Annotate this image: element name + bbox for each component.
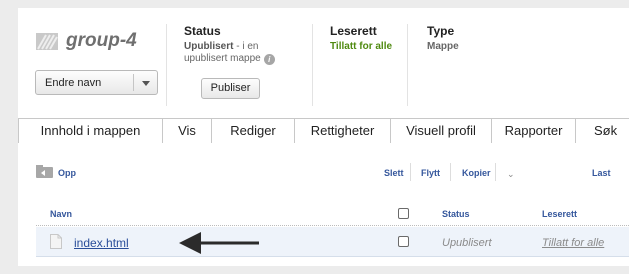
upload-button[interactable]: Last [592,168,611,178]
read-access-value: Tillatt for alle [330,41,393,52]
tab-reports[interactable]: Rapporter [492,118,576,143]
arrow-left-icon [179,232,259,254]
delete-button[interactable]: Slett [384,168,404,178]
rename-label: Endre navn [45,77,102,89]
folder-up-icon[interactable] [36,165,53,178]
header-divider [312,24,313,106]
row-checkbox[interactable] [398,236,409,247]
chevron-down-icon[interactable] [142,81,150,86]
row-read-access[interactable]: Tillatt for alle [542,237,604,249]
tab-visual-profile[interactable]: Visuell profil [391,118,492,143]
column-name[interactable]: Navn [50,209,72,219]
table-row[interactable]: index.html Upublisert Tillatt for alle [36,227,629,257]
tab-permissions[interactable]: Rettigheter [295,118,391,143]
column-read-access[interactable]: Leserett [542,209,577,219]
status-value: Upublisert - i en upublisert mappe i [184,41,294,65]
folder-panel: group-4 Endre navn Status Upublisert - i… [18,8,629,266]
move-button[interactable]: Flytt [421,168,440,178]
toolbar: Opp Slett Flytt Kopier ⌄ Last [18,143,629,189]
publish-button[interactable]: Publiser [201,78,260,99]
tab-view[interactable]: Vis [163,118,212,143]
read-access-heading: Leserett [330,24,377,38]
header-divider [407,24,408,106]
toolbar-divider [495,163,496,181]
status-value-bold: Upublisert [184,41,234,52]
up-link[interactable]: Opp [58,168,76,178]
status-heading: Status [184,24,221,38]
button-divider [133,74,134,91]
info-icon[interactable]: i [263,54,275,65]
file-name-link[interactable]: index.html [74,236,129,250]
type-heading: Type [427,24,455,38]
folder-icon [36,33,58,50]
table-header: Navn Status Leserett [36,201,629,226]
type-value: Mappe [427,41,459,52]
copy-button[interactable]: Kopier [462,168,491,178]
toolbar-divider [450,163,451,181]
select-all-checkbox[interactable] [398,208,409,219]
toolbar-divider [410,163,411,181]
row-status: Upublisert [442,237,492,249]
header-divider [166,24,167,106]
file-icon [50,234,62,249]
tab-folder-content[interactable]: Innhold i mappen [18,118,163,144]
tab-edit[interactable]: Rediger [212,118,295,143]
rename-button[interactable]: Endre navn [35,70,158,95]
tab-search[interactable]: Søk [576,118,629,143]
column-status[interactable]: Status [442,209,470,219]
more-actions-dropdown[interactable]: ⌄ [507,169,515,180]
page-title: group-4 [66,30,137,51]
